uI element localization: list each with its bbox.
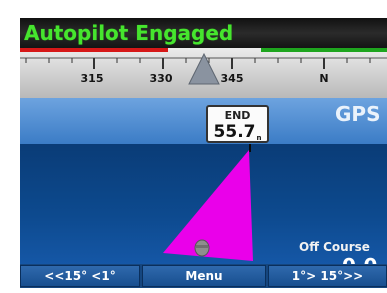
compass-tape: 315 330 345 N: [20, 48, 387, 98]
status-banner: Autopilot Engaged: [20, 18, 387, 48]
distance-unit: n: [256, 134, 262, 142]
turn-starboard-button[interactable]: 1°> 15°>>: [268, 265, 387, 287]
starboard-bar: [261, 48, 387, 52]
softkey-bar: <<15° <1° Menu 1°> 15°>>: [20, 264, 387, 288]
off-course-label: Off Course: [299, 240, 370, 254]
compass-tape-graphic: [20, 48, 387, 85]
waypoint-distance-box: END 55.7n: [206, 105, 269, 143]
menu-button[interactable]: Menu: [142, 265, 266, 287]
autopilot-status: Autopilot Engaged: [24, 21, 234, 45]
waypoint-label: END: [224, 109, 251, 122]
compass-label-345: 345: [220, 72, 244, 85]
waypoint-distance: 55.7: [213, 122, 256, 142]
compass-label-north: N: [319, 72, 329, 85]
compass-label-330: 330: [149, 72, 173, 85]
source-label: GPS: [335, 102, 381, 126]
boat-icon-deck: [196, 245, 208, 248]
compass-label-315: 315: [80, 72, 104, 85]
port-bar: [20, 48, 168, 52]
autopilot-screen: Autopilot Engaged 315 330 345 N END 55.7…: [20, 18, 387, 288]
turn-port-button[interactable]: <<15° <1°: [20, 265, 140, 287]
info-row: [20, 98, 387, 144]
